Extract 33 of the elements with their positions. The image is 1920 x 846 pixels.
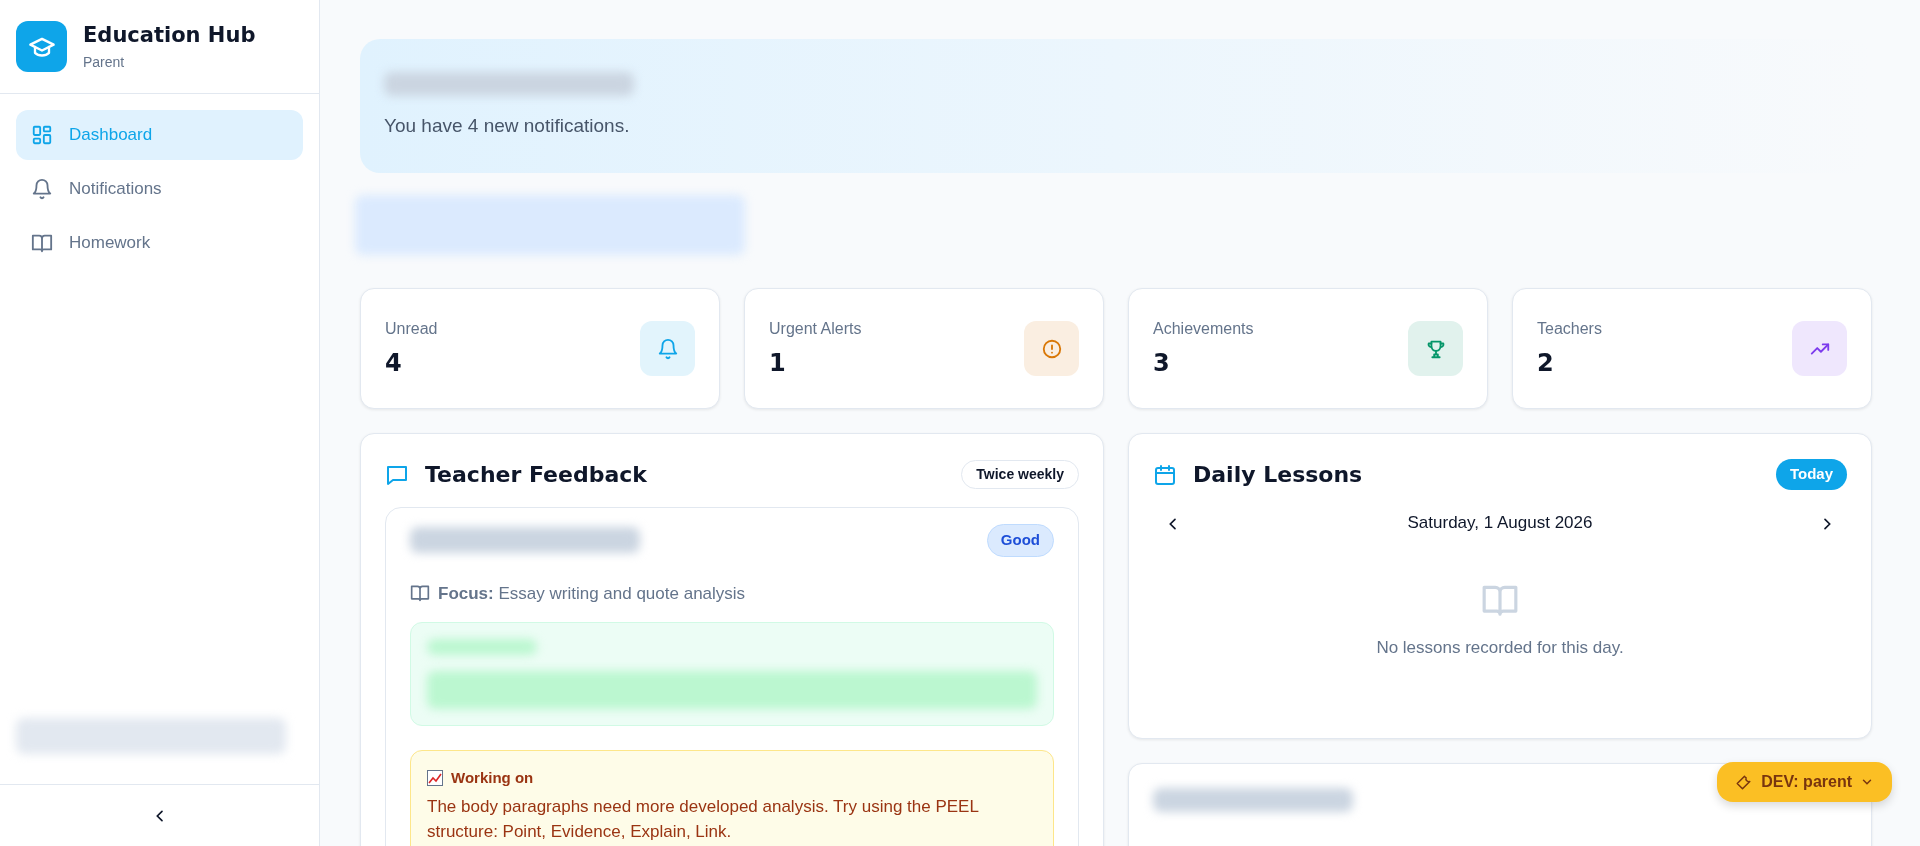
date-label: Saturday, 1 August 2026 [1407,512,1593,535]
bell-icon [656,337,679,360]
feedback-text: The body paragraphs need more developed analysis. Try using the PEEL structure: Point, Evidence, Explain, Link. [427,795,980,843]
stat-value: 3 [1153,347,1171,379]
stat-value: 1 [769,347,787,379]
stat-value: 4 [385,347,403,379]
rating-badge: Good [986,524,1054,557]
stat-label: Unread [385,318,438,339]
grid-icon [31,124,53,146]
alert-icon [1040,337,1063,360]
nav-item[interactable]: Homework [16,218,303,268]
dev-role-menu[interactable]: DEV: parent [1717,762,1892,802]
card-title: Teacher Feedback [425,461,647,489]
card-title: Daily Lessons [1193,461,1363,489]
stat-label: Teachers [1537,318,1602,339]
book-icon [31,232,53,254]
stat-value: 2 [1537,347,1555,379]
stat-label: Achievements [1153,318,1254,339]
today-button[interactable]: Today [1775,459,1847,490]
notification-message: You have 4 new notifications. [384,113,631,138]
user-role: Parent [83,52,126,72]
app-name: Education Hub [83,22,256,50]
bell-icon [31,178,53,200]
chart-increasing-icon [427,770,443,787]
stat-label: Urgent Alerts [769,318,862,339]
nav-item[interactable]: Notifications [16,164,303,214]
empty-state-text: No lessons recorded for this day. [1376,637,1624,659]
calendar-icon [1153,462,1177,487]
focus-text: Focus: Essay writing and quote analysis [438,582,746,605]
app-logo [16,21,67,72]
panel-title: Working on [451,768,534,788]
book-icon [410,583,430,604]
frequency-label: Twice weekly [961,460,1079,489]
